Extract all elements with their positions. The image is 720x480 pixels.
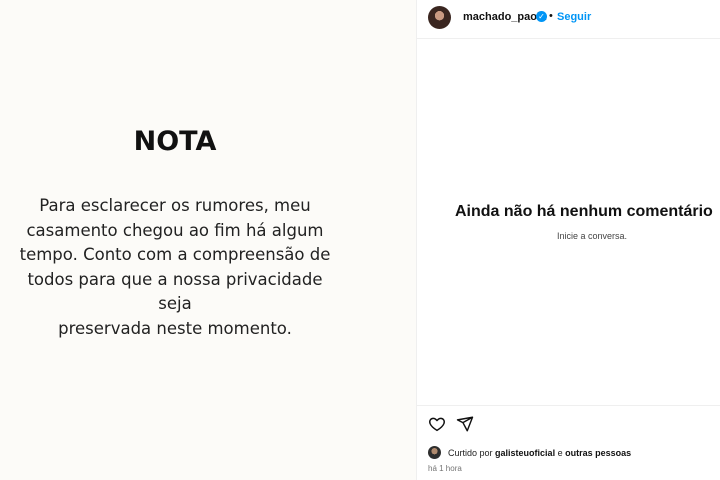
verified-badge-icon: ✓ <box>536 11 547 22</box>
post-image: NOTA Para esclarecer os rumores, meu cas… <box>0 0 416 480</box>
note-line: todos para que a nossa privacidade seja <box>27 269 323 314</box>
username-link[interactable]: machado_paola <box>463 11 546 23</box>
post-details-panel: machado_paola ✓ • Seguir Ainda não há ne… <box>417 0 720 480</box>
note-line: casamento chegou ao fim há algum <box>26 220 324 240</box>
note-line: preservada neste momento. <box>58 318 292 338</box>
likes-prefix: Curtido por <box>448 448 493 458</box>
liker-avatar[interactable] <box>428 446 441 459</box>
send-icon[interactable] <box>456 415 474 433</box>
no-comments-title: Ainda não há nenhum comentário <box>455 203 713 220</box>
avatar[interactable] <box>428 6 451 29</box>
likes-conjunction: e <box>557 448 563 458</box>
likes-text: Curtido por galisteuoficial e outras pes… <box>448 448 631 458</box>
note-title: NOTA <box>133 126 217 157</box>
note-line: tempo. Conto com a compreensão de <box>19 245 331 264</box>
follow-button[interactable]: Seguir <box>557 11 591 23</box>
no-comments-subtitle: Inicie a conversa. <box>557 231 628 241</box>
post-timestamp[interactable]: há 1 hora <box>428 464 462 473</box>
liker-username-link[interactable]: galisteuoficial <box>495 448 555 458</box>
post-header: machado_paola ✓ • Seguir <box>417 0 720 39</box>
separator-dot: • <box>549 10 553 22</box>
heart-icon[interactable] <box>428 415 446 433</box>
others-link[interactable]: outras pessoas <box>565 448 631 458</box>
note-line: Para esclarecer os rumores, meu <box>39 196 311 215</box>
actions-divider <box>417 405 720 406</box>
note-body: Para esclarecer os rumores, meu casament… <box>12 194 338 341</box>
